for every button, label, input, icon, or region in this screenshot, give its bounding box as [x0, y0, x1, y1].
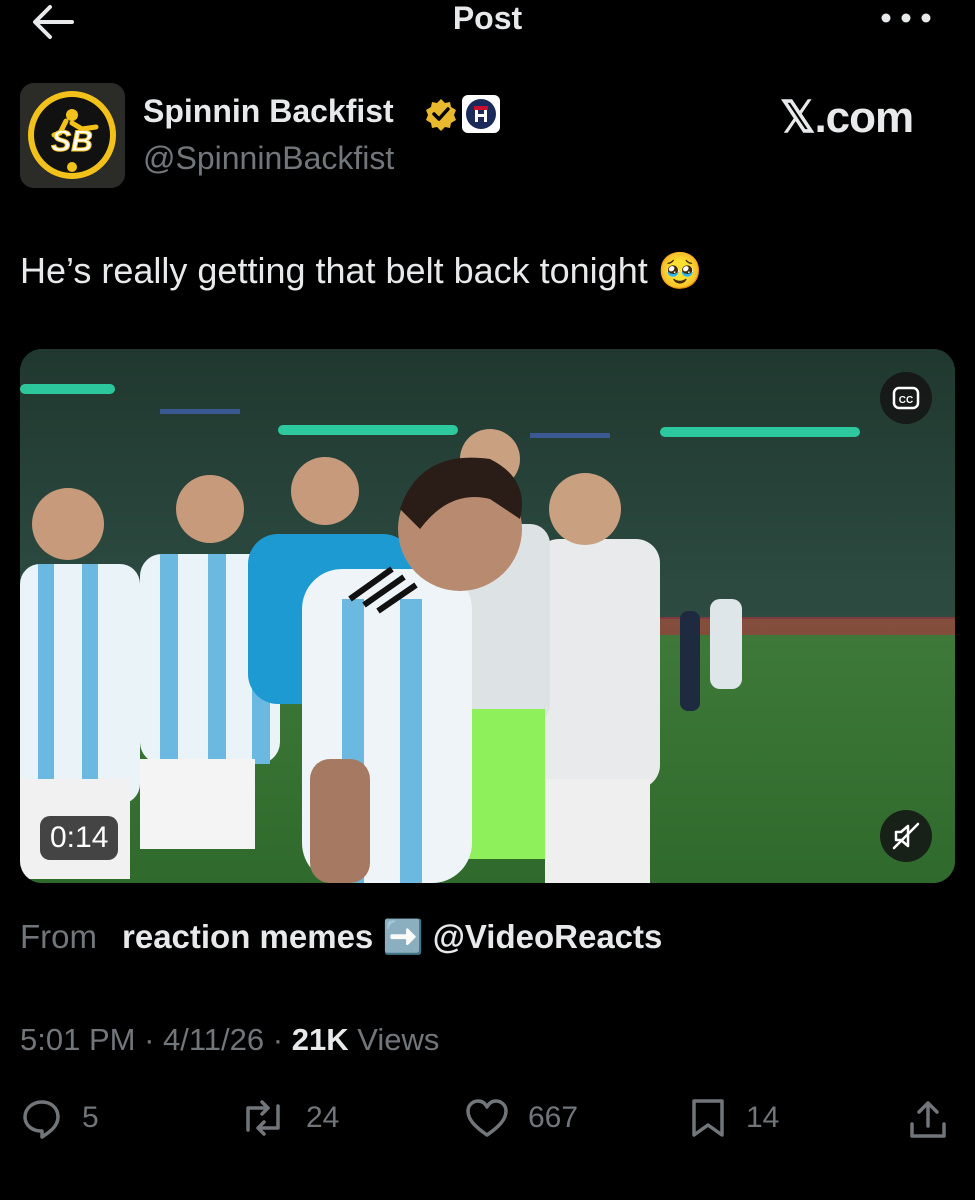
views-count[interactable]: 21K: [292, 1022, 349, 1057]
heart-icon: [466, 1099, 508, 1137]
bookmark-count: 14: [746, 1101, 780, 1134]
reply-icon: [23, 1100, 60, 1139]
views-label: Views: [357, 1022, 440, 1057]
author-handle[interactable]: @SpinninBackfist: [143, 140, 394, 177]
source-label: From: [20, 918, 97, 955]
source-account-link[interactable]: reaction memes ➡️ @VideoReacts: [122, 918, 662, 957]
share-button[interactable]: [906, 1096, 968, 1144]
captions-label: CC: [899, 395, 913, 406]
post-metadata: 5:01 PM · 4/11/26 · 21K Views: [20, 1022, 440, 1057]
x-brand-watermark: 𝕏.com: [780, 93, 914, 142]
reply-count: 5: [82, 1101, 99, 1134]
avatar[interactable]: SB: [20, 83, 125, 188]
repost-icon: [246, 1100, 280, 1136]
bookmark-icon: [692, 1099, 724, 1137]
reply-button[interactable]: 5: [20, 1094, 99, 1142]
post-time: 5:01 PM: [20, 1022, 136, 1057]
video-duration: 0:14: [40, 816, 119, 860]
avatar-logo-text: SB: [51, 125, 93, 158]
page-title: Post: [452, 0, 523, 36]
like-count: 667: [528, 1101, 579, 1134]
more-options-icon[interactable]: [878, 8, 934, 28]
like-button[interactable]: 667: [464, 1094, 578, 1142]
post-date: 4/11/26: [163, 1022, 265, 1057]
repost-button[interactable]: 24: [238, 1094, 339, 1142]
share-icon: [910, 1101, 946, 1138]
author-name[interactable]: Spinnin Backfist: [143, 93, 394, 130]
muted-speaker-icon[interactable]: [880, 810, 932, 862]
verified-badge-icon: [424, 97, 458, 131]
affiliate-badge-icon[interactable]: [462, 95, 500, 133]
captions-button[interactable]: CC: [880, 372, 932, 424]
video-player[interactable]: [20, 349, 955, 883]
post-text: He’s really getting that belt back tonig…: [20, 250, 703, 291]
repost-count: 24: [306, 1101, 340, 1134]
bookmark-button[interactable]: 14: [688, 1094, 779, 1142]
